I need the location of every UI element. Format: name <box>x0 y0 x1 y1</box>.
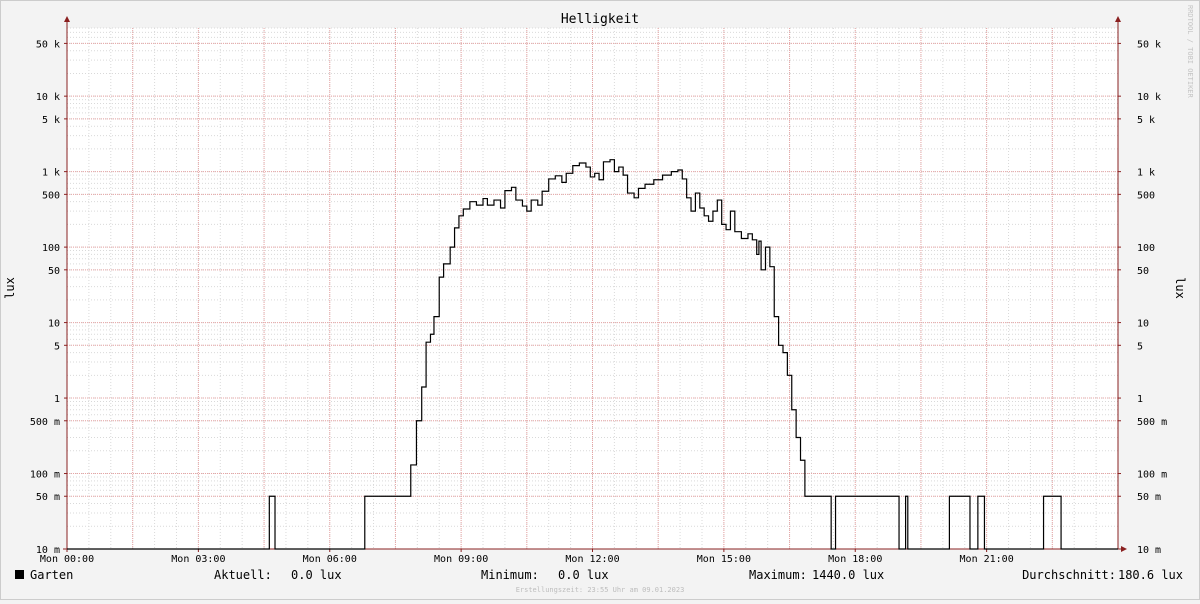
y-tick-label-right: 10 k <box>1137 92 1161 103</box>
x-tick-label: Mon 09:00 <box>434 554 488 565</box>
y-axis-label-left: lux <box>3 277 17 299</box>
y-tick-label-right: 5 <box>1137 341 1143 352</box>
legend-max-value: 1440.0 lux <box>812 568 884 582</box>
y-tick-label-right: 10 m <box>1137 545 1161 556</box>
y-tick-label-left: 10 k <box>36 92 60 103</box>
chart-root: 10 m 10 m 50 m 50 m 100 m 100 m 500 m 500 m1155… <box>0 0 1200 600</box>
legend-current-label: Aktuell: <box>214 568 272 582</box>
y-tick-label-right: 50 <box>1137 266 1149 277</box>
legend-series-name: Garten <box>30 568 73 582</box>
legend-min-value: 0.0 lux <box>558 568 609 582</box>
chart-svg: 10 m 10 m50 m 50 m100 m 100 m500 m 500 m1 15 5… <box>0 0 1200 600</box>
y-tick-label-right: 1 k <box>1137 168 1155 179</box>
legend-swatch <box>15 570 24 579</box>
y-tick-label-left: 5 k <box>42 115 60 126</box>
legend-avg-value: 180.6 lux <box>1118 568 1183 582</box>
legend-max-label: Maximum: <box>749 568 807 582</box>
y-tick-label-left: 100 m <box>30 470 60 481</box>
y-tick-label-right: 50 m <box>1137 492 1161 503</box>
y-tick-label-left: 50 k <box>36 39 60 50</box>
y-tick-label-right: 100 <box>1137 243 1155 254</box>
y-tick-label-left: 1 k <box>42 168 60 179</box>
chart-title: Helligkeit <box>561 12 639 27</box>
legend-current-value: 0.0 lux <box>291 568 342 582</box>
y-tick-label-right: 500 <box>1137 190 1155 201</box>
y-tick-label-left: 500 <box>42 190 60 201</box>
x-tick-label: Mon 03:00 <box>171 554 225 565</box>
y-tick-label-right: 50 k <box>1137 39 1161 50</box>
y-tick-label-left: 100 <box>42 243 60 254</box>
y-axis-label-right: lux <box>1173 277 1187 299</box>
legend-min-label: Minimum: <box>481 568 539 582</box>
footer-timestamp: Erstellungszeit: 23:55 Uhr am 09.01.2023 <box>516 586 685 594</box>
x-tick-label: Mon 00:00 <box>40 554 94 565</box>
y-tick-label-left: 1 <box>54 394 60 405</box>
y-tick-label-left: 500 m <box>30 417 60 428</box>
x-tick-label: Mon 18:00 <box>828 554 882 565</box>
y-tick-label-right: 10 <box>1137 319 1149 330</box>
x-tick-label: Mon 15:00 <box>697 554 751 565</box>
y-tick-label-right: 100 m <box>1137 470 1167 481</box>
y-tick-label-left: 10 <box>48 319 60 330</box>
y-tick-label-left: 50 m <box>36 492 60 503</box>
y-tick-label-right: 500 m <box>1137 417 1167 428</box>
y-tick-label-right: 5 k <box>1137 115 1155 126</box>
x-tick-label: Mon 12:00 <box>565 554 619 565</box>
rrdtool-watermark: RRDTOOL / TOBI OETIKER <box>1186 5 1194 99</box>
y-tick-label-right: 1 <box>1137 394 1143 405</box>
x-tick-label: Mon 21:00 <box>960 554 1014 565</box>
legend-avg-label: Durchschnitt: <box>1022 568 1116 582</box>
y-tick-label-left: 50 <box>48 266 60 277</box>
y-tick-label-left: 5 <box>54 341 60 352</box>
x-tick-label: Mon 06:00 <box>303 554 357 565</box>
